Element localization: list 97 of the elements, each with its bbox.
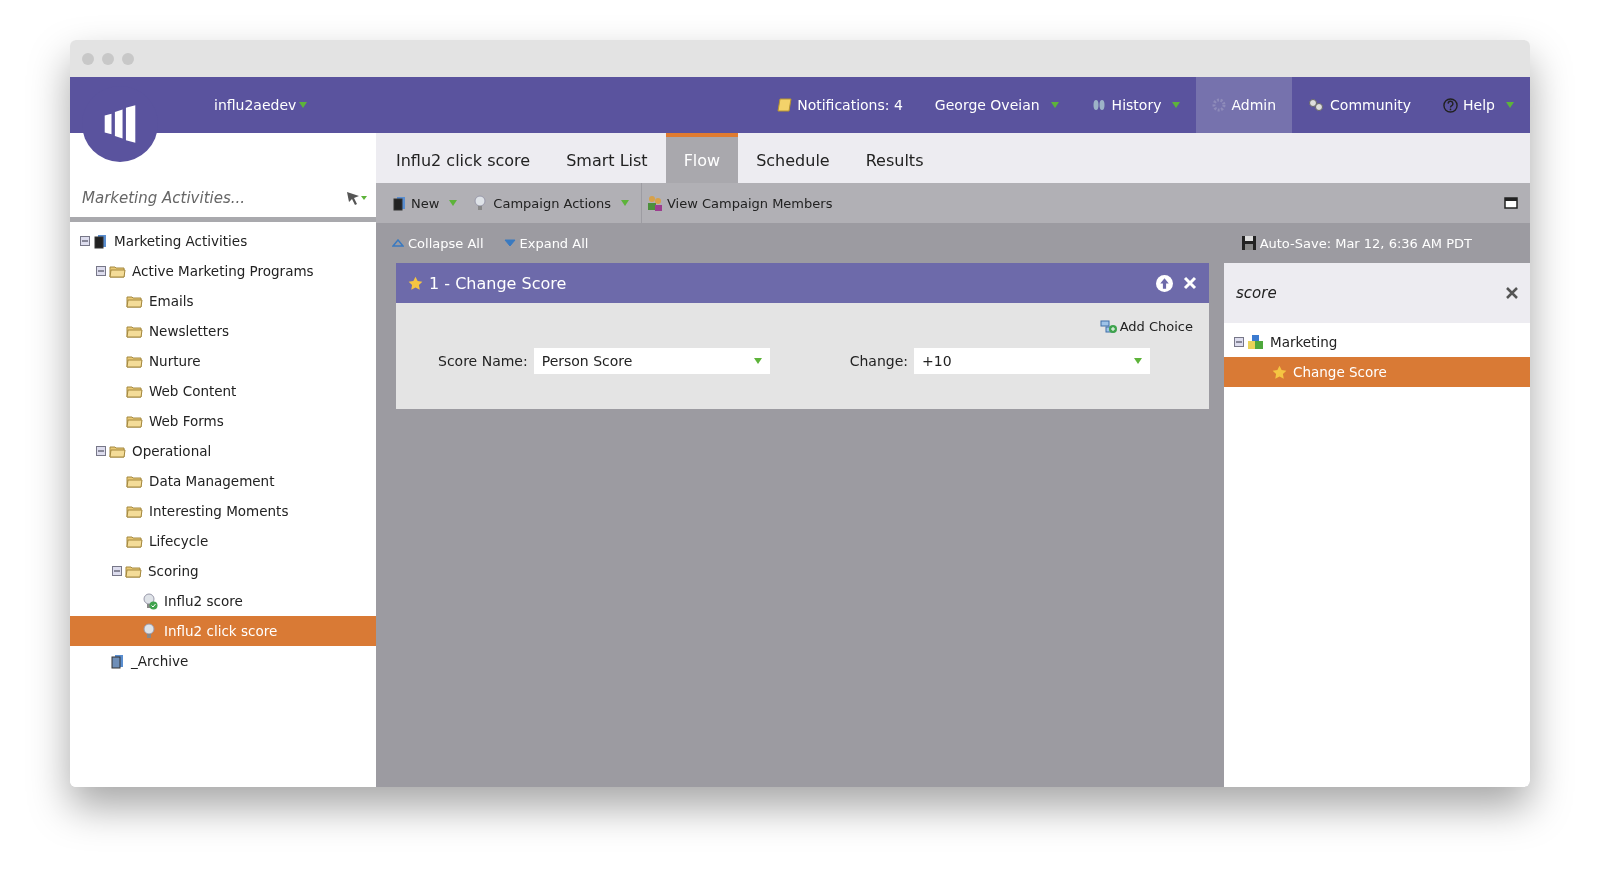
toolbar-button[interactable]: New	[388, 183, 470, 223]
folder-icon	[126, 474, 143, 488]
help-icon	[1443, 97, 1459, 113]
account-menu[interactable]: influ2aedev	[208, 96, 314, 114]
caret-icon	[1134, 358, 1142, 364]
select-field[interactable]: +10	[914, 348, 1150, 374]
tab[interactable]: Schedule	[738, 133, 848, 183]
tab[interactable]: Influ2 click score	[378, 133, 549, 183]
tree-item-label: Interesting Moments	[149, 503, 289, 519]
tree-item-label: Marketing Activities	[114, 233, 248, 249]
add-choice-button[interactable]: Add Choice	[1099, 319, 1193, 334]
tree-item-label: Emails	[149, 293, 194, 309]
logo-bars-icon	[103, 105, 137, 143]
tree-item[interactable]: Active Marketing Programs	[70, 256, 376, 286]
nav-item[interactable]: George Oveian	[918, 77, 1075, 133]
search-field[interactable]: Marketing Activities...	[80, 188, 346, 208]
tree-item-label: Web Forms	[149, 413, 224, 429]
autosave-status: Auto-Save: Mar 12, 6:36 AM PDT	[1240, 235, 1472, 251]
tree-item[interactable]: Nurture	[70, 346, 376, 376]
nav-item[interactable]: Admin	[1196, 77, 1293, 133]
tree-item[interactable]: Marketing	[1224, 327, 1530, 357]
folder-icon	[126, 354, 143, 368]
tree-item-label: Active Marketing Programs	[132, 263, 314, 279]
tree-item-label: Nurture	[149, 353, 201, 369]
flow-step-title: 1 - Change Score	[429, 273, 567, 293]
notepad-icon	[777, 98, 793, 112]
tree-item[interactable]: Emails	[70, 286, 376, 316]
tree-item-label: Influ2 score	[164, 593, 243, 609]
palette-search-field[interactable]: score	[1234, 283, 1506, 303]
nav-item[interactable]: Help	[1427, 77, 1530, 133]
caret-icon	[753, 358, 762, 364]
people-icon	[646, 195, 663, 211]
map-pins-icon	[1308, 97, 1326, 113]
toolbar-button[interactable]: Campaign Actions	[469, 183, 642, 223]
tree-item-label: Operational	[132, 443, 212, 459]
folder-icon	[126, 534, 143, 548]
window-dot[interactable]	[82, 52, 94, 65]
tree-item[interactable]: Interesting Moments	[70, 496, 376, 526]
folder-icon	[109, 444, 126, 458]
toolbar-button[interactable]: View Campaign Members	[642, 183, 845, 223]
tree-item[interactable]: _Archive	[70, 646, 376, 676]
gear-icon	[1212, 98, 1227, 112]
collapse-icon[interactable]	[96, 446, 106, 456]
close-icon[interactable]	[1506, 287, 1518, 299]
tree-item[interactable]: Web Forms	[70, 406, 376, 436]
field-label: Score Name:	[438, 353, 528, 369]
cubes-icon	[1247, 334, 1264, 350]
tree-item[interactable]: Newsletters	[70, 316, 376, 346]
field-label: Change:	[849, 353, 908, 369]
select-field[interactable]: Person Score	[533, 348, 770, 374]
folder-icon	[126, 504, 143, 518]
window-dot[interactable]	[122, 52, 134, 65]
collapse-icon	[392, 239, 404, 247]
tab[interactable]: Results	[847, 133, 942, 183]
nav-item[interactable]: Notifications: 4	[761, 77, 919, 133]
tree-item[interactable]: Scoring	[70, 556, 376, 586]
folder-icon	[125, 564, 142, 578]
lightbulb-icon	[142, 622, 158, 640]
collapse-icon[interactable]	[112, 566, 122, 576]
collapse-icon[interactable]	[96, 266, 106, 276]
tree-item[interactable]: Data Management	[70, 466, 376, 496]
nav-item[interactable]: Community	[1292, 77, 1428, 133]
lightbulb-check-icon	[142, 592, 158, 610]
book-stack-icon	[93, 233, 108, 249]
nav-item[interactable]: History	[1074, 77, 1197, 133]
tree-item-label: _Archive	[131, 653, 189, 669]
window-dot[interactable]	[102, 52, 114, 65]
tree-item[interactable]: Marketing Activities	[70, 226, 376, 256]
folder-icon	[126, 324, 143, 338]
maximize-icon[interactable]	[1504, 197, 1518, 209]
tree-item[interactable]: Influ2 score	[70, 586, 376, 616]
tab[interactable]: Smart List	[548, 133, 666, 183]
folder-icon	[126, 384, 143, 398]
search-field[interactable]: score	[1224, 263, 1530, 323]
tree-item[interactable]: Web Content	[70, 376, 376, 406]
folder-icon	[126, 414, 143, 428]
folder-icon	[126, 294, 143, 308]
book-stack-icon	[110, 653, 125, 669]
star-icon	[408, 275, 423, 291]
add-choice-icon	[1099, 319, 1118, 334]
move-up-icon[interactable]	[1156, 274, 1173, 292]
tree-item-label: Data Management	[149, 473, 275, 489]
tree-item-label: Influ2 click score	[164, 623, 278, 639]
expand-icon	[503, 239, 516, 247]
tree-item-label: Scoring	[148, 563, 199, 579]
star-icon	[1272, 364, 1287, 380]
tree-item-label: Web Content	[149, 383, 237, 399]
book-stack-icon	[392, 195, 407, 211]
folder-icon	[109, 264, 126, 278]
collapse-icon[interactable]	[80, 236, 90, 246]
tree-item-label: Newsletters	[149, 323, 229, 339]
collapse-icon[interactable]	[1234, 337, 1244, 347]
tree-item[interactable]: Operational	[70, 436, 376, 466]
tree-item-label: Change Score	[1293, 364, 1387, 380]
tree-item-label: Marketing	[1270, 334, 1338, 350]
tree-item[interactable]: Lifecycle	[70, 526, 376, 556]
tree-item-label: Lifecycle	[149, 533, 209, 549]
